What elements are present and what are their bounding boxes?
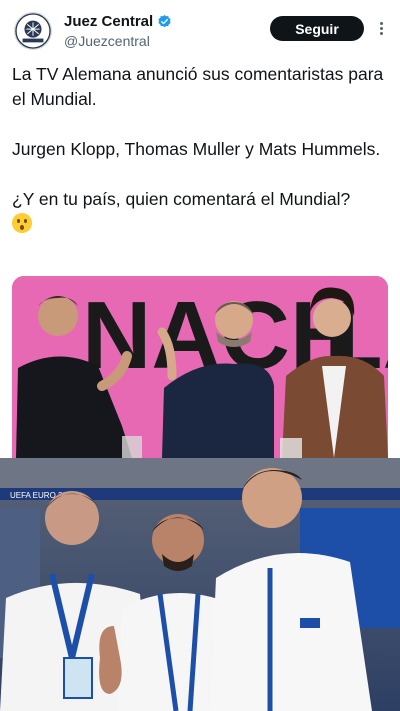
- juez-central-logo-icon: [15, 13, 51, 49]
- tweet-photo-2[interactable]: UEFA EURO 2016: [0, 458, 400, 711]
- more-options-icon[interactable]: [373, 18, 389, 38]
- tweet-line: La TV Alemana anunció sus comentaristas …: [12, 64, 384, 109]
- follow-button[interactable]: Seguir: [270, 16, 364, 41]
- verified-badge-icon: [158, 14, 171, 28]
- tweet-line: Jurgen Klopp, Thomas Muller y Mats Humme…: [12, 139, 381, 159]
- tweet-line: ¿Y en tu país, quien comentará el Mundia…: [12, 189, 351, 209]
- handle[interactable]: @Juezcentral: [64, 33, 150, 49]
- tweet-text: La TV Alemana anunció sus comentaristas …: [12, 62, 392, 237]
- display-name[interactable]: Juez Central: [64, 13, 153, 30]
- nervous-face-emoji-icon: [12, 213, 32, 233]
- tweet-photo-1[interactable]: NACH LA: [12, 276, 388, 458]
- avatar[interactable]: [14, 12, 52, 50]
- tweet-header: Juez Central @Juezcentral Seguir: [0, 0, 400, 58]
